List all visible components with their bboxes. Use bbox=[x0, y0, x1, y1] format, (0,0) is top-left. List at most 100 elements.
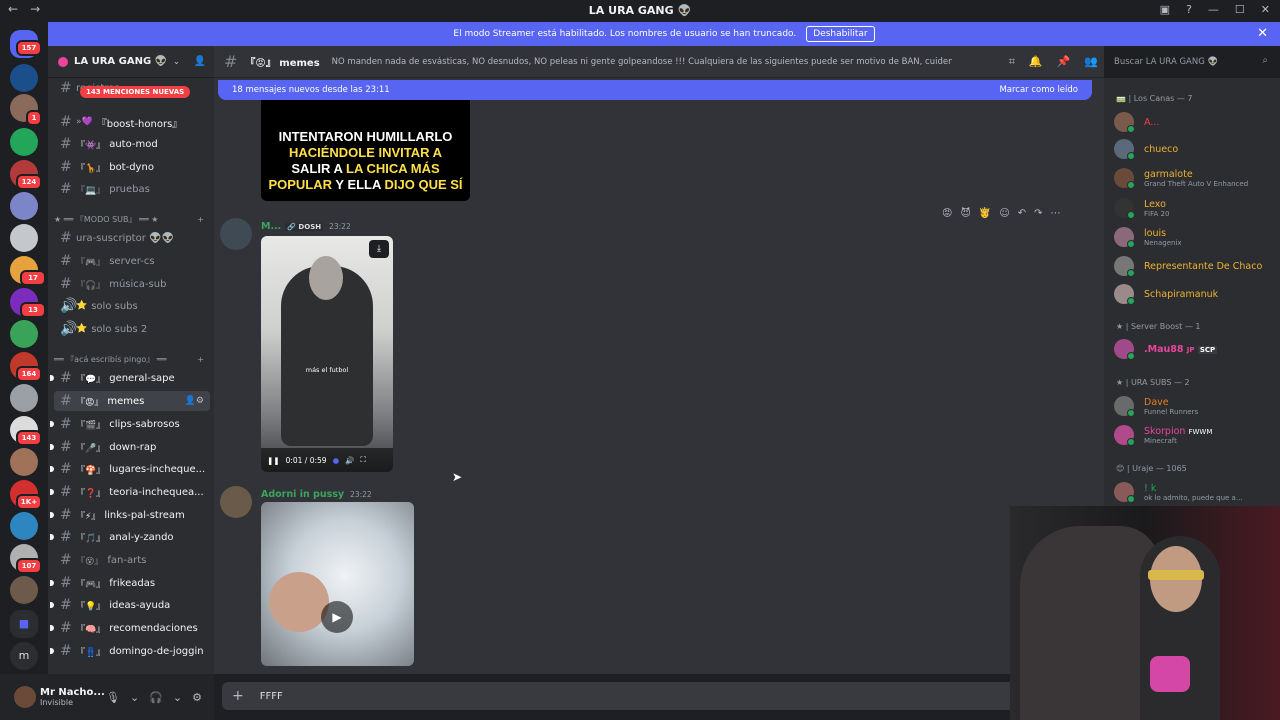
progress-dot[interactable]: ● bbox=[333, 456, 340, 465]
member-item[interactable]: Skorpion FWWM Minecraft bbox=[1114, 421, 1212, 449]
message-author[interactable]: Adorni in pussy bbox=[261, 489, 344, 500]
member-activity: ok lo admito, puede que a... bbox=[1144, 493, 1243, 502]
server-letter-icon[interactable]: m bbox=[10, 642, 38, 670]
voice-channel-item[interactable]: 🔊 ⭐ solo subs 2 bbox=[54, 319, 210, 339]
channel-item[interactable]: # 『💡』 ideas-ayuda bbox=[50, 595, 210, 615]
invite-icon[interactable]: 👤 bbox=[194, 56, 206, 67]
add-channel-icon[interactable]: + bbox=[197, 215, 204, 224]
headphones-icon[interactable]: 🎧 bbox=[149, 691, 163, 704]
fullscreen-icon[interactable]: ⛶ bbox=[360, 455, 365, 465]
channel-item[interactable]: # 『🎧』 música-sub bbox=[54, 274, 210, 294]
add-channel-icon[interactable]: + bbox=[197, 355, 204, 364]
message-composer[interactable]: + FFFF 🎁 ▦ bbox=[222, 682, 1092, 710]
member-item[interactable]: Lexo FIFA 20 bbox=[1114, 194, 1169, 222]
chevron-down-icon[interactable]: ⌄ bbox=[173, 691, 182, 704]
channel-item[interactable]: # 『🎬』 clips-sabrosos bbox=[50, 414, 210, 434]
channel-item[interactable]: # 『🦒』 bot-dyno bbox=[54, 157, 210, 177]
help-icon[interactable]: ? bbox=[1186, 3, 1192, 16]
channel-item[interactable]: # 『🍄』 lugares-incheque... bbox=[50, 459, 210, 479]
avatar[interactable] bbox=[14, 686, 36, 708]
add-attachment-icon[interactable]: + bbox=[232, 688, 244, 704]
channel-topic[interactable]: NO manden nada de esvásticas, NO desnudo… bbox=[332, 57, 952, 67]
reaction-icon[interactable]: 😡 bbox=[942, 208, 952, 219]
close-icon[interactable]: ✕ bbox=[1257, 26, 1268, 41]
channel-item[interactable]: # 『👾』 auto-mod bbox=[54, 134, 210, 154]
channel-settings-icon[interactable]: 👤⚙ bbox=[185, 396, 204, 406]
server-icon[interactable] bbox=[10, 128, 38, 156]
channel-item[interactable]: # 『😵』 fan-arts bbox=[54, 550, 210, 570]
channel-item[interactable]: # 『💻』 pruebas bbox=[54, 179, 210, 199]
download-icon[interactable]: ⤓ bbox=[369, 240, 389, 258]
threads-icon[interactable]: ⌗ bbox=[1009, 55, 1015, 69]
member-item[interactable]: chueco bbox=[1114, 135, 1178, 163]
member-name: Skorpion bbox=[1144, 425, 1186, 437]
maximize-icon[interactable]: ☐ bbox=[1235, 3, 1245, 16]
close-window-icon[interactable]: ✕ bbox=[1261, 3, 1270, 16]
chevron-down-icon[interactable]: ⌄ bbox=[130, 691, 139, 704]
channel-item[interactable]: # 『👖』 domingo-de-joggin bbox=[50, 641, 210, 661]
category-aca-escribis[interactable]: ══ 『acá escribís pingo』 ══ + bbox=[54, 352, 204, 366]
message-author[interactable]: M... bbox=[261, 221, 281, 232]
channel-item[interactable]: # 『💬』 general-sape bbox=[50, 368, 210, 388]
pin-icon[interactable]: 📌 bbox=[1057, 55, 1071, 69]
member-item[interactable]: ! k ok lo admito, puede que a... bbox=[1114, 478, 1243, 506]
server-icon[interactable] bbox=[10, 448, 38, 476]
server-icon[interactable] bbox=[10, 512, 38, 540]
play-icon[interactable]: ▶ bbox=[321, 601, 353, 633]
member-item[interactable]: louis Nenagenix bbox=[1114, 223, 1182, 251]
member-item[interactable]: garmalote Grand Theft Auto V Enhanced bbox=[1114, 164, 1248, 192]
meme-caption-line: HACIÉNDOLE INVITAR A bbox=[288, 144, 443, 160]
server-icon[interactable] bbox=[10, 384, 38, 412]
channel-item[interactable]: # 『⚡』 links-pal-stream bbox=[50, 505, 210, 525]
mark-read-button[interactable]: Marcar como leído bbox=[999, 85, 1078, 95]
channel-item[interactable]: # 『🎵』 anal-y-zando bbox=[50, 527, 210, 547]
avatar[interactable] bbox=[220, 218, 252, 250]
meme-image[interactable]: INTENTARON HUMILLARLO HACIÉNDOLE INVITAR… bbox=[261, 100, 470, 201]
member-item[interactable]: Representante De Chaco bbox=[1114, 252, 1262, 280]
reaction-icon[interactable]: 🤴 bbox=[979, 208, 991, 219]
category-modo-sub[interactable]: ★ ══ 『MODO SUB』 ══ ★ + bbox=[54, 212, 204, 226]
video-thumbnail[interactable]: ▶ bbox=[261, 502, 414, 666]
channel-item[interactable]: # ura-suscriptor 👽👽 bbox=[54, 228, 210, 248]
search-input[interactable]: Buscar LA URA GANG 👽 ⌕ bbox=[1108, 51, 1274, 73]
channel-item-memes[interactable]: # 『😡』 memes 👤⚙ bbox=[54, 391, 210, 411]
video-player[interactable]: más el futbol ⤓ ❚❚ 0:01 / 0:59 ● 🔊 ⛶ bbox=[261, 236, 393, 472]
server-icon[interactable] bbox=[10, 576, 38, 604]
channel-item[interactable]: # 『🎮』 server-cs bbox=[54, 251, 210, 271]
reply-icon[interactable]: ↶ bbox=[1018, 208, 1026, 219]
server-icon[interactable] bbox=[10, 320, 38, 348]
inbox-icon[interactable]: ▣ bbox=[1160, 3, 1170, 16]
webcam-object bbox=[1150, 656, 1190, 692]
folder-icon[interactable]: ■ bbox=[10, 610, 38, 638]
disable-button[interactable]: Deshabilitar bbox=[806, 26, 875, 42]
guild-header[interactable]: LA URA GANG 👽 ⌄ 👤 bbox=[48, 46, 214, 78]
volume-icon[interactable]: 🔊 bbox=[345, 456, 354, 465]
channel-item[interactable]: # »💜 『boost-honors』 bbox=[54, 112, 210, 132]
new-mentions-pill[interactable]: 143 MENCIONES NUEVAS bbox=[80, 86, 191, 98]
avatar[interactable] bbox=[220, 486, 252, 518]
new-messages-bar[interactable]: 18 mensajes nuevos desde las 23:11 Marca… bbox=[218, 80, 1092, 100]
server-icon[interactable] bbox=[10, 64, 38, 92]
forward-icon[interactable]: ↷ bbox=[1034, 208, 1042, 219]
voice-channel-item[interactable]: 🔊 ⭐ solo subs bbox=[54, 296, 210, 316]
more-icon[interactable]: ⋯ bbox=[1051, 208, 1061, 219]
channel-item[interactable]: # 『❓』 teoria-inchequea... bbox=[50, 482, 210, 502]
gear-icon[interactable]: ⚙ bbox=[192, 691, 202, 704]
channel-item[interactable]: # 『🎮』 frikeadas bbox=[50, 573, 210, 593]
server-icon[interactable] bbox=[10, 192, 38, 220]
server-icon[interactable] bbox=[10, 224, 38, 252]
channel-item[interactable]: # 『🧠』 recomendaciones bbox=[50, 618, 210, 638]
member-item[interactable]: A... bbox=[1114, 108, 1159, 136]
minimize-icon[interactable]: — bbox=[1208, 3, 1219, 16]
channel-emoji: 『🎮』 bbox=[76, 257, 106, 268]
microphone-icon[interactable]: 🎙 bbox=[106, 691, 120, 704]
channel-item[interactable]: # 『🎤』 down-rap bbox=[50, 437, 210, 457]
member-item[interactable]: Dave Funnel Runners bbox=[1114, 392, 1198, 420]
add-reaction-icon[interactable]: ☺ bbox=[999, 208, 1009, 219]
reaction-icon[interactable]: 😈 bbox=[960, 208, 970, 219]
bell-icon[interactable]: 🔔 bbox=[1029, 55, 1043, 69]
member-item[interactable]: Schapiramanuk bbox=[1114, 280, 1218, 308]
member-item[interactable]: .Mau88 JP SCP bbox=[1114, 335, 1218, 363]
pause-icon[interactable]: ❚❚ bbox=[267, 456, 280, 465]
member-list-icon[interactable]: 👥 bbox=[1084, 55, 1098, 69]
